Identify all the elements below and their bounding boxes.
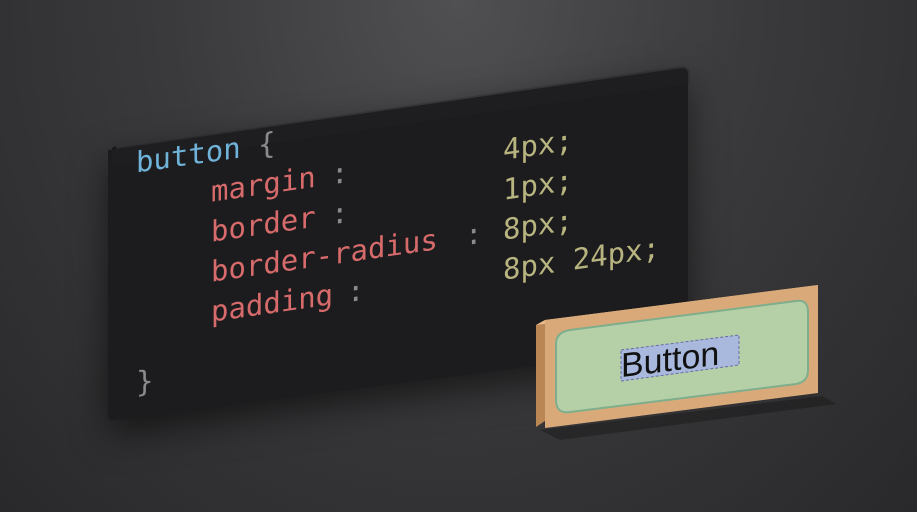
- margin-box-side: [536, 320, 545, 427]
- colon-border: :: [331, 195, 348, 231]
- close-brace: }: [136, 363, 153, 399]
- colon-border-radius: :: [465, 216, 482, 252]
- illustration-scene: button { margin : border : border-radius…: [108, 66, 836, 440]
- colon-margin: :: [331, 155, 348, 191]
- open-brace: {: [258, 126, 275, 162]
- colon-padding: :: [347, 273, 364, 309]
